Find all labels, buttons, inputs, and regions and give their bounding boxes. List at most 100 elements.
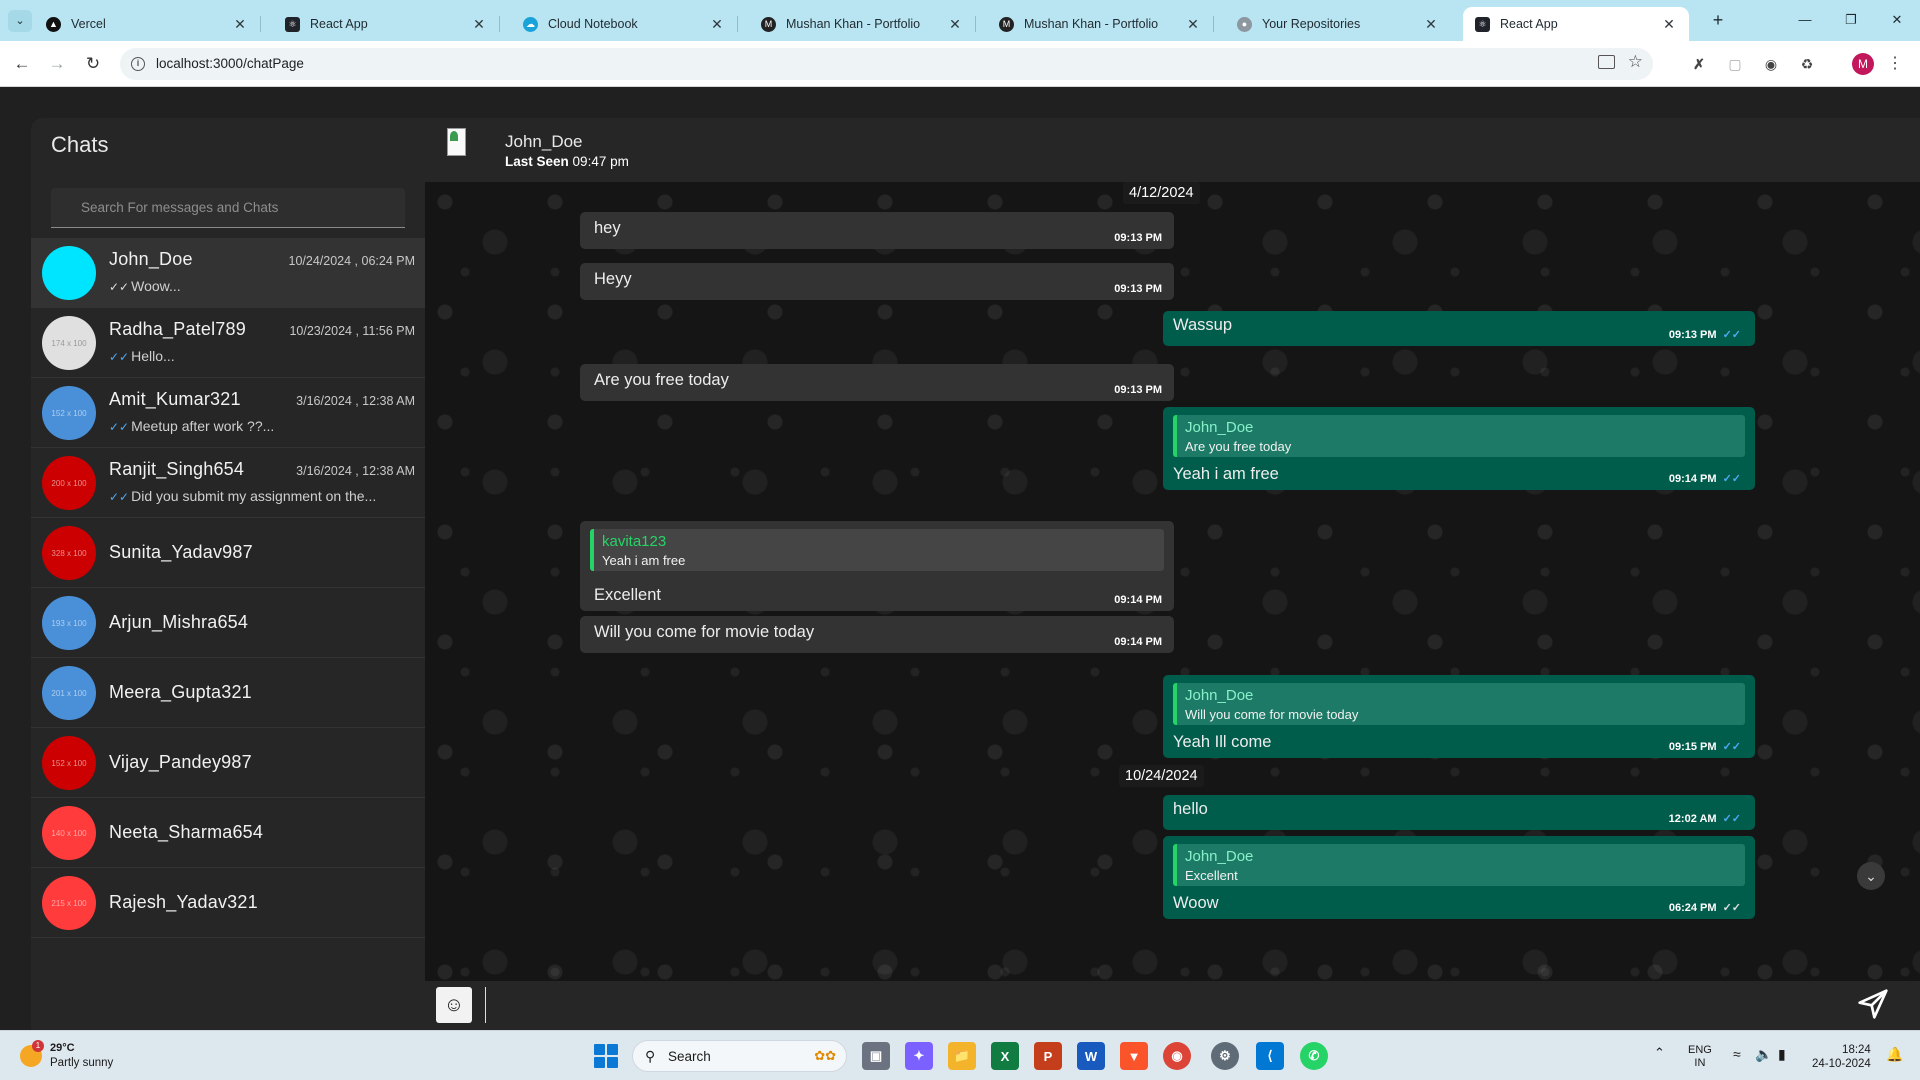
chrome-icon[interactable]: ◉ [1163,1042,1191,1070]
tab-portfolio-1[interactable]: M Mushan Khan - Portfolio ✕ [749,7,975,41]
message-outgoing[interactable]: Wassup 09:13 PM ✓✓ [1163,311,1755,346]
message-incoming[interactable]: hey 09:13 PM [580,212,1174,249]
chat-item-amit-kumar321[interactable]: 152 x 100 Amit_Kumar321 3/16/2024 , 12:3… [31,378,425,448]
brave-icon[interactable]: ▼ [1120,1042,1148,1070]
windows-start-icon[interactable] [594,1044,618,1068]
message-incoming[interactable]: Will you come for movie today 09:14 PM [580,616,1174,653]
bookmark-star-icon[interactable]: ☆ [1628,52,1643,72]
tab-react-app-active[interactable]: ⚛ React App ✕ [1463,7,1689,41]
taskbar-search-label: Search [668,1049,711,1064]
system-clock[interactable]: 18:24 24-10-2024 [1812,1043,1871,1080]
tab-react-app[interactable]: ⚛ React App ✕ [273,7,499,41]
message-list[interactable]: 4/12/2024 hey 09:13 PM Heyy 09:13 PM Was… [425,182,1920,981]
message-time: 12:02 AM ✓✓ [1668,813,1741,825]
task-view-icon[interactable]: ▣ [862,1042,890,1070]
quoted-message[interactable]: John_Doe Will you come for movie today [1173,683,1745,725]
extensions-puzzle-icon[interactable]: ♻ [1796,53,1818,75]
chat-name: Ranjit_Singh654 [109,459,245,479]
message-text: Woow [1173,894,1219,912]
install-app-icon[interactable] [1598,55,1615,69]
word-icon[interactable]: W [1077,1042,1105,1070]
message-incoming[interactable]: Are you free today 09:13 PM [580,364,1174,401]
language-indicator[interactable]: ENG IN [1688,1044,1712,1080]
close-icon[interactable]: ✕ [232,16,248,33]
vscode-icon[interactable]: ⟨ [1256,1042,1284,1070]
show-hidden-icons-chevron-icon[interactable]: ⌃ [1654,1045,1665,1080]
message-incoming-reply[interactable]: kavita123 Yeah i am free Excellent 09:14… [580,521,1174,611]
chat-item-ranjit-singh654[interactable]: 200 x 100 Ranjit_Singh654 3/16/2024 , 12… [31,448,425,518]
tab-your-repositories[interactable]: ● Your Repositories ✕ [1225,7,1451,41]
whatsapp-icon[interactable]: ✆ [1300,1042,1328,1070]
forward-arrow-icon[interactable]: → [44,51,70,77]
contact-avatar[interactable] [447,128,466,156]
tab-vercel[interactable]: ▲ Vercel ✕ [34,7,260,41]
powerpoint-icon[interactable]: P [1034,1042,1062,1070]
chat-item-vijay-pandey987[interactable]: 152 x 100 Vijay_Pandey987 [31,728,425,798]
url-text[interactable]: localhost:3000/chatPage [156,56,304,71]
tab-search-chevron-icon[interactable]: ⌄ [8,10,32,32]
quoted-message[interactable]: John_Doe Are you free today [1173,415,1745,457]
copilot-icon[interactable]: ✦ [905,1042,933,1070]
close-icon[interactable]: ✕ [1423,16,1439,33]
message-outgoing[interactable]: hello 12:02 AM ✓✓ [1163,795,1755,830]
emoji-picker-icon[interactable]: ☺ [436,987,472,1023]
taskbar-search[interactable]: ⚲ Search ✿✿ [632,1040,847,1072]
excel-icon[interactable]: X [991,1042,1019,1070]
file-explorer-icon[interactable]: 📁 [948,1042,976,1070]
close-icon[interactable]: ✕ [709,16,725,33]
minimize-icon[interactable]: — [1790,6,1820,34]
site-info-icon[interactable]: i [131,57,145,71]
chat-preview: ✓✓ Woow... [109,278,413,294]
message-text: Wassup [1173,316,1232,334]
message-outgoing-reply[interactable]: John_Doe Excellent Woow 06:24 PM ✓✓ [1163,836,1755,919]
chat-item-neeta-sharma654[interactable]: 140 x 100 Neeta_Sharma654 [31,798,425,868]
tab-portfolio-2[interactable]: M Mushan Khan - Portfolio ✕ [987,7,1213,41]
message-time: 09:13 PM ✓✓ [1668,329,1741,341]
message-composer: ☺ [425,981,1920,1030]
profile-avatar[interactable]: M [1852,53,1874,75]
extension-icon[interactable]: ◉ [1760,53,1782,75]
extension-icon[interactable]: ▢ [1724,53,1746,75]
wifi-icon[interactable]: ≈ [1733,1046,1741,1080]
message-incoming[interactable]: Heyy 09:13 PM [580,263,1174,300]
chat-search-box[interactable] [51,188,405,228]
settings-gear-icon[interactable]: ⚙ [1211,1042,1239,1070]
chat-item-arjun-mishra654[interactable]: 193 x 100 Arjun_Mishra654 [31,588,425,658]
chat-item-sunita-yadav987[interactable]: 328 x 100 Sunita_Yadav987 [31,518,425,588]
battery-icon[interactable]: ▮ [1778,1046,1786,1080]
message-outgoing-reply[interactable]: John_Doe Are you free today Yeah i am fr… [1163,407,1755,490]
volume-icon[interactable]: 🔈 [1755,1046,1772,1080]
avatar: 152 x 100 [42,386,96,440]
browser-menu-icon[interactable]: ⋮ [1884,53,1906,75]
reload-icon[interactable]: ↻ [80,51,106,77]
quoted-message[interactable]: kavita123 Yeah i am free [590,529,1164,571]
chat-search-input[interactable] [51,188,405,227]
close-icon[interactable]: ✕ [1661,16,1677,33]
chat-time: 10/23/2024 , 11:56 PM [289,324,415,338]
scroll-to-bottom-chevron-icon[interactable]: ⌄ [1857,862,1885,890]
window-close-icon[interactable]: ✕ [1882,6,1912,34]
weather-temperature: 29°C [50,1042,75,1054]
new-tab-plus-icon[interactable]: + [1706,9,1730,33]
restore-icon[interactable]: ❐ [1836,6,1866,34]
message-outgoing-reply[interactable]: John_Doe Will you come for movie today Y… [1163,675,1755,758]
message-input[interactable] [485,987,1815,1023]
tab-separator [975,16,976,32]
extension-icon[interactable]: ✗ [1688,53,1710,75]
tab-cloud-notebook[interactable]: ☁ Cloud Notebook ✕ [511,7,737,41]
message-text: Yeah Ill come [1173,733,1272,751]
browser-tab-strip: ⌄ ▲ Vercel ✕ ⚛ React App ✕ ☁ Cloud Noteb… [0,0,1920,41]
send-icon[interactable] [1857,988,1889,1020]
notification-bell-icon[interactable]: 🔔 [1886,1046,1903,1080]
chat-item-meera-gupta321[interactable]: 201 x 100 Meera_Gupta321 [31,658,425,728]
close-icon[interactable]: ✕ [471,16,487,33]
chat-item-john-doe[interactable]: John_Doe 10/24/2024 , 06:24 PM ✓✓ Woow... [31,238,425,308]
chat-item-radha-patel789[interactable]: 174 x 100 Radha_Patel789 10/23/2024 , 11… [31,308,425,378]
close-icon[interactable]: ✕ [947,16,963,33]
clock-time: 18:24 [1842,1044,1871,1056]
quoted-message[interactable]: John_Doe Excellent [1173,844,1745,886]
close-icon[interactable]: ✕ [1185,16,1201,33]
address-bar[interactable]: i localhost:3000/chatPage ☆ [120,48,1653,80]
chat-item-rajesh-yadav321[interactable]: 215 x 100 Rajesh_Yadav321 [31,868,425,938]
back-arrow-icon[interactable]: ← [9,51,35,77]
